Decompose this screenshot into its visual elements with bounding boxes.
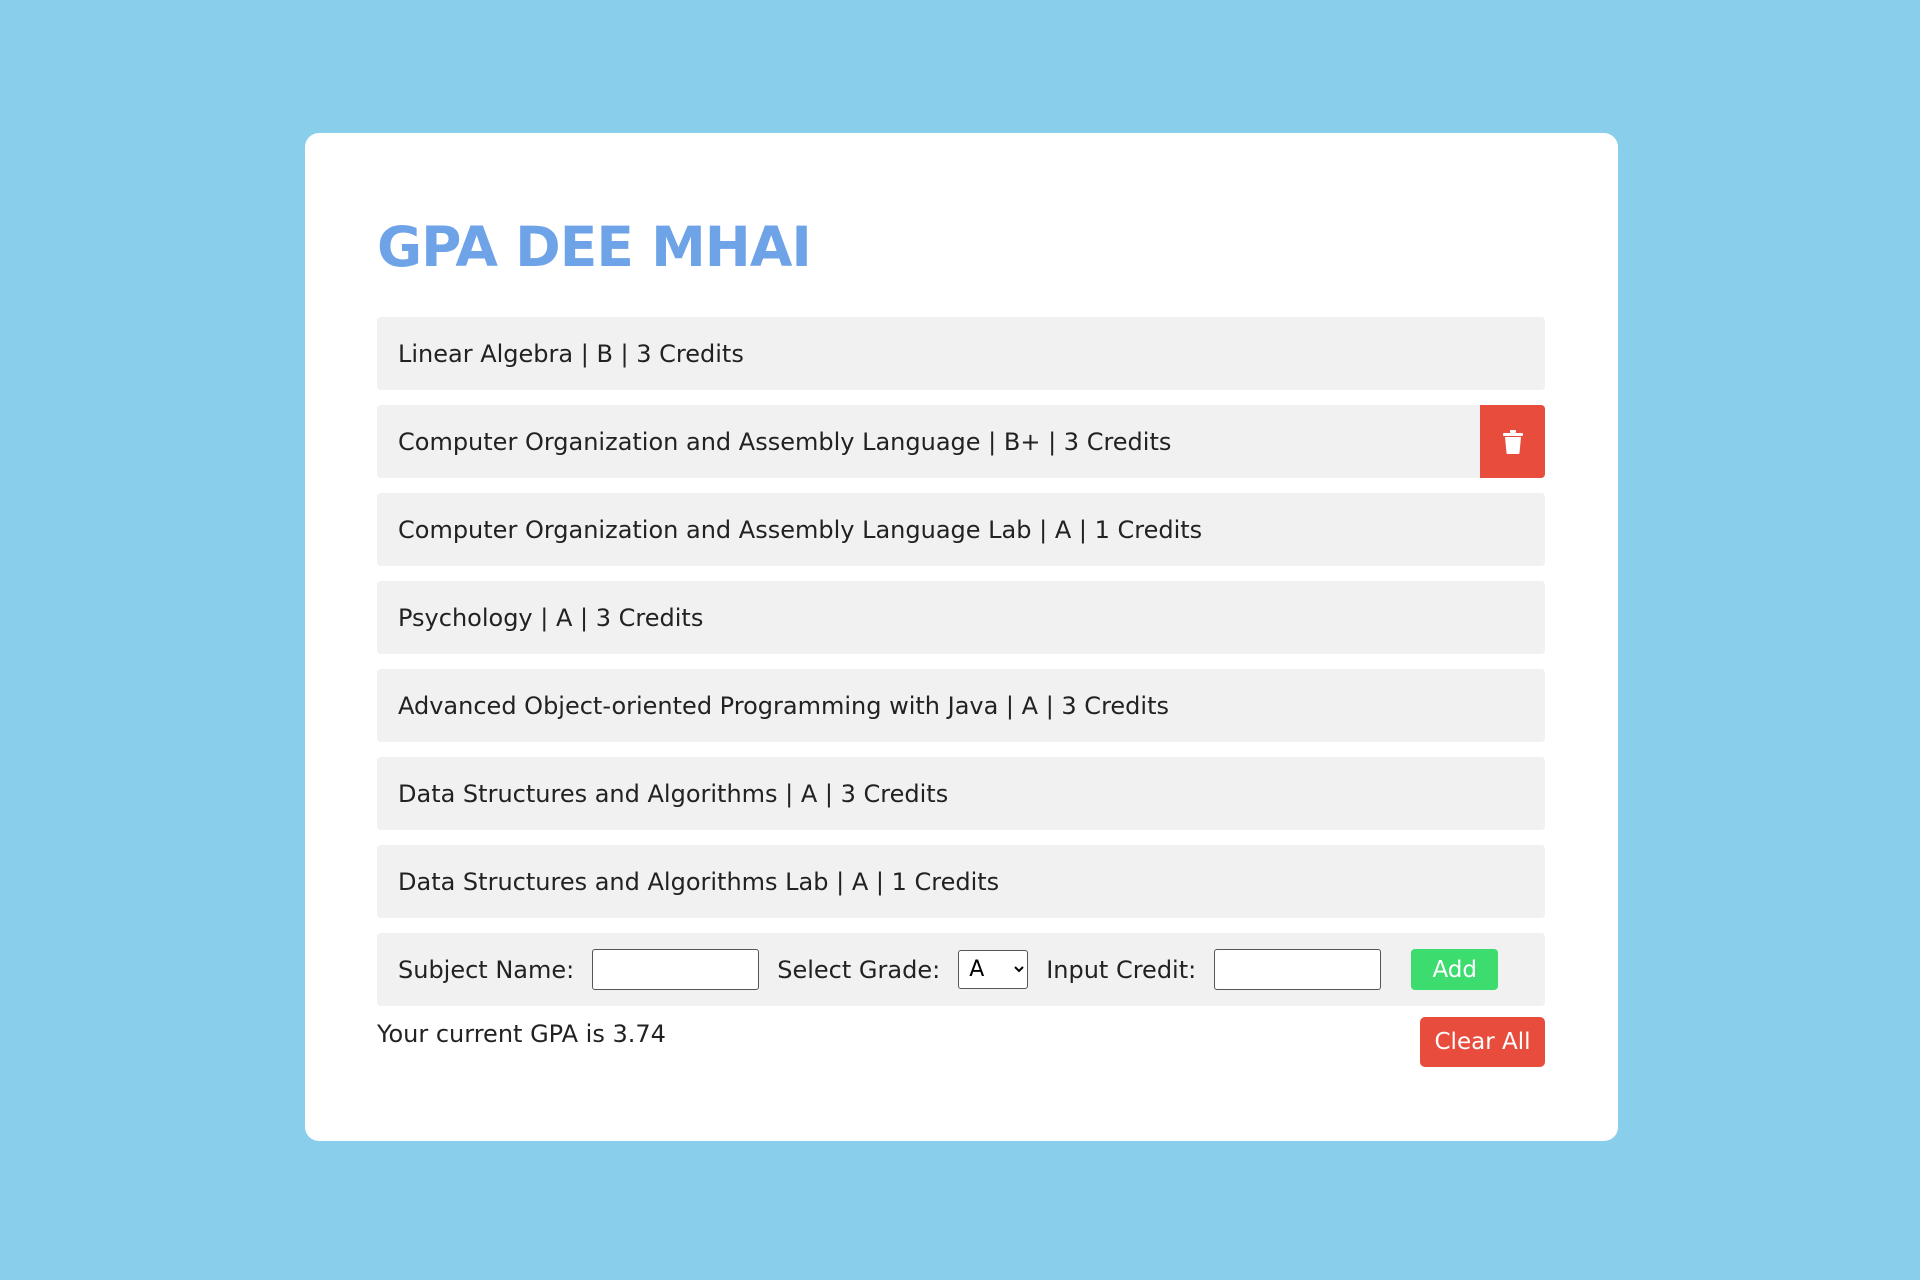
- add-button[interactable]: Add: [1411, 949, 1499, 990]
- subject-item-text: Advanced Object-oriented Programming wit…: [398, 691, 1169, 720]
- subject-item-text: Psychology | A | 3 Credits: [398, 603, 704, 632]
- subject-item-text: Data Structures and Algorithms Lab | A |…: [398, 867, 1000, 896]
- gpa-result: Your current GPA is 3.74: [377, 1020, 666, 1048]
- trash-icon: [1502, 429, 1523, 454]
- credit-input[interactable]: [1214, 949, 1382, 990]
- clear-all-button[interactable]: Clear All: [1420, 1017, 1545, 1067]
- list-item[interactable]: Computer Organization and Assembly Langu…: [377, 493, 1545, 566]
- list-item[interactable]: Data Structures and Algorithms | A | 3 C…: [377, 757, 1545, 830]
- subject-name-input[interactable]: [592, 949, 760, 990]
- delete-button[interactable]: [1480, 405, 1545, 478]
- list-item[interactable]: Linear Algebra | B | 3 Credits: [377, 317, 1545, 390]
- subject-item-text: Computer Organization and Assembly Langu…: [398, 427, 1172, 456]
- credit-label: Input Credit:: [1046, 955, 1197, 984]
- subject-item-text: Linear Algebra | B | 3 Credits: [398, 339, 744, 368]
- list-item[interactable]: Advanced Object-oriented Programming wit…: [377, 669, 1545, 742]
- subject-name-label: Subject Name:: [398, 955, 575, 984]
- subject-list: Linear Algebra | B | 3 Credits Computer …: [377, 317, 1545, 1006]
- list-item[interactable]: Computer Organization and Assembly Langu…: [377, 405, 1545, 478]
- list-item[interactable]: Data Structures and Algorithms Lab | A |…: [377, 845, 1545, 918]
- add-subject-form: Subject Name: Select Grade: A Input Cred…: [377, 933, 1545, 1006]
- subject-item-text: Computer Organization and Assembly Langu…: [398, 515, 1203, 544]
- grade-label: Select Grade:: [777, 955, 941, 984]
- gpa-card: GPA DEE MHAI Linear Algebra | B | 3 Cred…: [305, 133, 1618, 1141]
- subject-item-text: Data Structures and Algorithms | A | 3 C…: [398, 779, 949, 808]
- list-item[interactable]: Psychology | A | 3 Credits: [377, 581, 1545, 654]
- grade-select[interactable]: A: [958, 950, 1029, 989]
- page-title: GPA DEE MHAI: [377, 215, 812, 279]
